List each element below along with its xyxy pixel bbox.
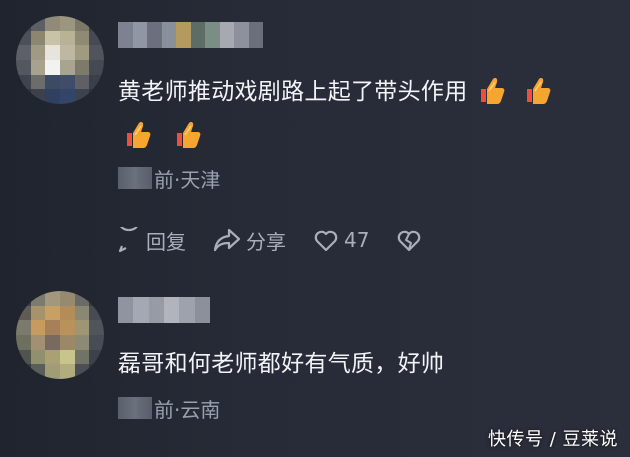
time-location: 前·云南 bbox=[154, 397, 221, 422]
comment-item: 黄老师推动戏剧路上起了带头作用 前·天津 回复 分享 47 bbox=[0, 0, 630, 270]
comment-meta: 前·云南 bbox=[118, 395, 221, 422]
time-redacted bbox=[118, 397, 152, 419]
username-redacted[interactable] bbox=[118, 297, 210, 323]
comment-meta: 前·天津 bbox=[118, 165, 221, 192]
avatar[interactable] bbox=[16, 16, 104, 104]
thumbs-up-icon bbox=[124, 119, 152, 149]
thumbs-up-icon bbox=[478, 75, 506, 105]
share-button[interactable]: 分享 bbox=[212, 226, 286, 255]
thumbs-up-icon bbox=[524, 75, 552, 105]
comment-text: 黄老师推动戏剧路上起了带头作用 bbox=[118, 70, 608, 158]
like-count: 47 bbox=[344, 228, 370, 252]
thumbs-up-icon bbox=[174, 119, 202, 149]
avatar[interactable] bbox=[16, 291, 104, 379]
comment-body: 磊哥和何老师都好有气质，好帅 bbox=[118, 351, 445, 377]
time-location: 前·天津 bbox=[154, 167, 221, 192]
comment-actions: 回复 分享 47 bbox=[116, 224, 453, 256]
comment-text: 磊哥和何老师都好有气质，好帅 bbox=[118, 342, 608, 386]
share-icon bbox=[213, 228, 241, 252]
reply-label: 回复 bbox=[146, 229, 186, 254]
source-watermark: 快传号 / 豆莱说 bbox=[487, 429, 618, 450]
emoji-group bbox=[478, 70, 570, 114]
heart-icon bbox=[314, 230, 338, 252]
like-button[interactable]: 47 bbox=[312, 227, 369, 253]
dislike-button[interactable] bbox=[395, 227, 427, 253]
reply-icon bbox=[118, 227, 138, 253]
comment-feed: 黄老师推动戏剧路上起了带头作用 前·天津 回复 分享 47 磊哥和何老师都好有气… bbox=[0, 0, 630, 457]
share-label: 分享 bbox=[246, 229, 286, 254]
time-redacted bbox=[118, 167, 152, 189]
reply-button[interactable]: 回复 bbox=[116, 226, 186, 255]
comment-body: 黄老师推动戏剧路上起了带头作用 bbox=[118, 79, 468, 105]
broken-heart-icon bbox=[398, 230, 421, 252]
username-redacted[interactable] bbox=[118, 22, 263, 48]
